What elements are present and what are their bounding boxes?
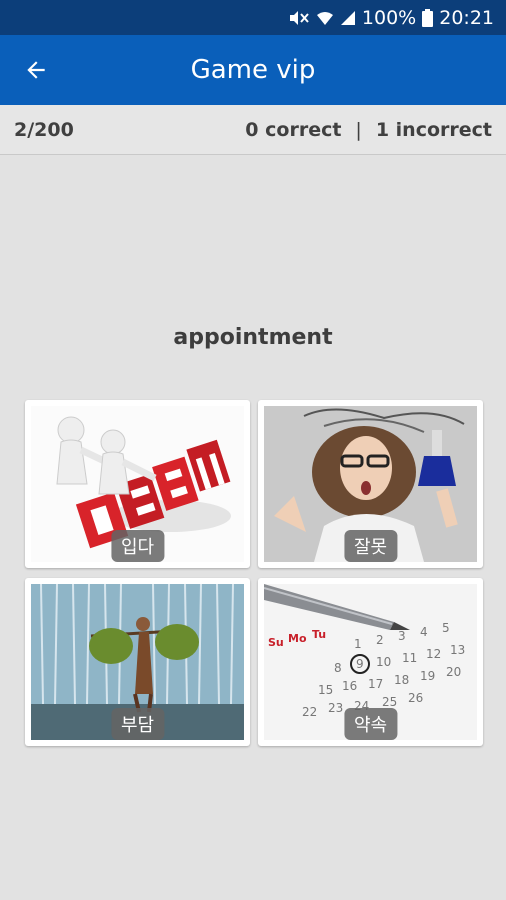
- option-card-1[interactable]: 입다: [25, 400, 250, 568]
- svg-text:Tu: Tu: [312, 628, 326, 641]
- svg-text:2: 2: [376, 633, 384, 647]
- option-card-4[interactable]: Su Mo Tu 12345 8 9 10 11 12 13 15 16 17 18 19 20 22 2…: [258, 578, 483, 746]
- svg-text:19: 19: [420, 669, 435, 683]
- question-word: appointment: [173, 325, 333, 350]
- status-icons: 100% 20:21: [288, 6, 494, 30]
- svg-text:25: 25: [382, 695, 397, 709]
- svg-text:12: 12: [426, 647, 441, 661]
- score-bar: 2/200 0 correct | 1 incorrect: [0, 105, 506, 155]
- svg-text:23: 23: [328, 701, 343, 715]
- option-label-3: 부담: [110, 708, 165, 740]
- svg-text:18: 18: [394, 673, 409, 687]
- svg-text:Su: Su: [268, 636, 284, 649]
- progress-counter: 2/200: [14, 119, 74, 141]
- score-summary: 0 correct | 1 incorrect: [245, 119, 492, 141]
- option-label-4: 약속: [343, 708, 398, 740]
- option-card-2[interactable]: 잘못: [258, 400, 483, 568]
- wifi-icon: [316, 10, 334, 26]
- svg-text:13: 13: [450, 643, 465, 657]
- app-bar: Game vip: [0, 35, 506, 105]
- signal-icon: [340, 10, 356, 26]
- svg-text:9: 9: [356, 657, 364, 671]
- svg-text:16: 16: [342, 679, 357, 693]
- incorrect-count: 1 incorrect: [375, 119, 492, 141]
- svg-text:15: 15: [318, 683, 333, 697]
- svg-text:3: 3: [398, 629, 406, 643]
- option-label-2: 잘못: [343, 530, 398, 562]
- battery-percent: 100%: [361, 7, 417, 29]
- svg-text:5: 5: [442, 621, 450, 635]
- mute-icon: [288, 10, 310, 26]
- option-card-3[interactable]: 부담: [25, 578, 250, 746]
- status-bar: 100% 20:21: [0, 0, 506, 35]
- svg-text:17: 17: [368, 677, 383, 691]
- battery-icon: [422, 9, 434, 27]
- svg-text:4: 4: [420, 625, 428, 639]
- svg-text:11: 11: [402, 651, 417, 665]
- app-title: Game vip: [190, 55, 316, 85]
- score-separator: |: [355, 119, 362, 141]
- svg-text:20: 20: [446, 665, 461, 679]
- svg-text:1: 1: [354, 637, 362, 651]
- option-label-1: 입다: [110, 530, 165, 562]
- svg-text:22: 22: [302, 705, 317, 719]
- clock: 20:21: [439, 7, 494, 29]
- svg-text:Mo: Mo: [288, 632, 307, 645]
- svg-text:8: 8: [334, 661, 342, 675]
- svg-text:26: 26: [408, 691, 423, 705]
- correct-count: 0 correct: [245, 119, 342, 141]
- svg-text:10: 10: [376, 655, 391, 669]
